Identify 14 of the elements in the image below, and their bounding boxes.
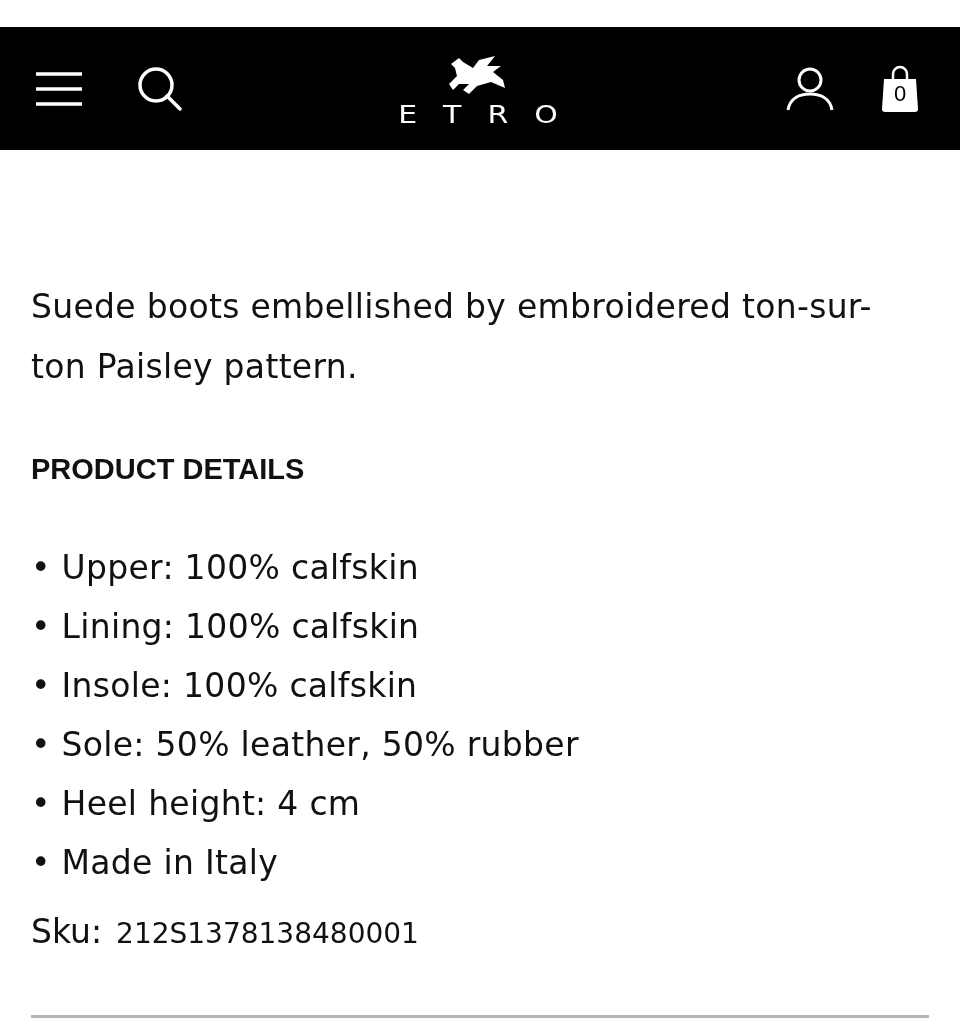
search-icon[interactable] (136, 64, 184, 113)
detail-item: • Sole: 50% leather, 50% rubber (31, 724, 580, 766)
sku-label: Sku: (31, 912, 103, 951)
cart-count: 0 (892, 82, 908, 105)
sku-value: 212S1378138480001 (116, 917, 419, 950)
detail-item: • Heel height: 4 cm (31, 783, 362, 825)
details-heading: PRODUCT DETAILS (31, 452, 306, 487)
detail-item: • Lining: 100% calfskin (31, 606, 421, 648)
menu-icon[interactable] (36, 71, 82, 106)
account-icon[interactable] (786, 65, 834, 112)
detail-item: • Upper: 100% calfskin (31, 547, 420, 589)
detail-item: • Made in Italy (31, 842, 280, 884)
product-description: Suede boots embellished by embroidered ton-sur-ton Paisley pattern. (31, 286, 873, 388)
detail-item: • Insole: 100% calfskin (31, 665, 419, 707)
